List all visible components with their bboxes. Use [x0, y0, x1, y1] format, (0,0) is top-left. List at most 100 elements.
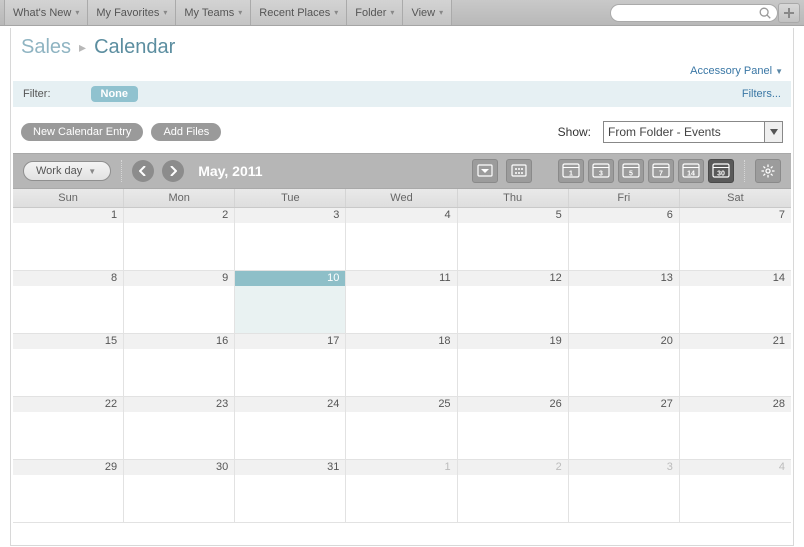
breadcrumb: Sales ▸ Calendar: [11, 28, 793, 65]
workday-dropdown[interactable]: Work day ▼: [23, 161, 111, 181]
calendar-cell[interactable]: 27: [569, 397, 680, 460]
calendar-cell[interactable]: 17: [235, 334, 346, 397]
calendar-cell[interactable]: 10: [235, 271, 346, 334]
new-calendar-entry-button[interactable]: New Calendar Entry: [21, 123, 143, 141]
day-number: 25: [346, 397, 456, 412]
calendar-cell[interactable]: 2: [124, 208, 235, 271]
calendar-cell[interactable]: 1: [13, 208, 124, 271]
day-number: 8: [13, 271, 123, 286]
chevron-down-icon: ▾: [390, 8, 394, 17]
breadcrumb-separator-icon: ▸: [79, 39, 86, 56]
calendar-cell[interactable]: 15: [13, 334, 124, 397]
day-number: 11: [346, 271, 456, 286]
range-30-button[interactable]: 30: [708, 159, 734, 183]
day-header: Mon: [124, 189, 235, 207]
caret-down-icon: ▼: [88, 167, 96, 176]
range-icon: 3: [592, 163, 610, 179]
calendar-cell[interactable]: 3: [235, 208, 346, 271]
calendar-dropdown-icon: [477, 164, 493, 178]
day-header: Sat: [680, 189, 791, 207]
nav-recent-places[interactable]: Recent Places ▾: [251, 0, 347, 25]
svg-text:5: 5: [629, 171, 633, 178]
calendar-cell[interactable]: 29: [13, 460, 124, 523]
prev-month-button[interactable]: [132, 160, 154, 182]
separator: [121, 160, 122, 182]
day-number: 13: [569, 271, 679, 286]
calendar-cell[interactable]: 2: [458, 460, 569, 523]
calendar-cell[interactable]: 5: [458, 208, 569, 271]
calendar-cell[interactable]: 22: [13, 397, 124, 460]
view-dropdown-button[interactable]: [472, 159, 498, 183]
calendar-cell[interactable]: 28: [680, 397, 791, 460]
filters-link[interactable]: Filters...: [742, 88, 781, 100]
plus-icon: [783, 7, 795, 19]
calendar-cell[interactable]: 18: [346, 334, 457, 397]
nav-my-favorites[interactable]: My Favorites▾: [88, 0, 176, 25]
calendar-cell[interactable]: 21: [680, 334, 791, 397]
next-month-button[interactable]: [162, 160, 184, 182]
calendar-cell[interactable]: 9: [124, 271, 235, 334]
calendar-controls: Work day ▼ May, 2011 13571430: [13, 153, 791, 189]
day-number: 1: [13, 208, 123, 223]
calendar-cell[interactable]: 31: [235, 460, 346, 523]
calendar-cell[interactable]: 30: [124, 460, 235, 523]
range-icon: 1: [562, 163, 580, 179]
chevron-down-icon: ▾: [75, 8, 79, 17]
calendar-cell[interactable]: 20: [569, 334, 680, 397]
search-input[interactable]: [610, 4, 778, 22]
gear-icon: [761, 164, 775, 178]
nav-label: Recent Places: [259, 7, 330, 19]
separator: [744, 160, 745, 182]
calendar-cell[interactable]: 26: [458, 397, 569, 460]
nav-folder[interactable]: Folder▾: [347, 0, 403, 25]
range-7-button[interactable]: 7: [648, 159, 674, 183]
calendar-cell[interactable]: 25: [346, 397, 457, 460]
range-5-button[interactable]: 5: [618, 159, 644, 183]
chevron-left-icon: [139, 166, 147, 176]
nav-view[interactable]: View▾: [403, 0, 452, 25]
show-select[interactable]: From Folder - Events: [603, 121, 783, 143]
search-box: [610, 4, 772, 22]
calendar-cell[interactable]: 4: [346, 208, 457, 271]
breadcrumb-root[interactable]: Sales: [21, 36, 71, 59]
range-3-button[interactable]: 3: [588, 159, 614, 183]
calendar-cell[interactable]: 11: [346, 271, 457, 334]
range-1-button[interactable]: 1: [558, 159, 584, 183]
calendar-cell[interactable]: 14: [680, 271, 791, 334]
day-number: 29: [13, 460, 123, 475]
calendar-cell[interactable]: 12: [458, 271, 569, 334]
calendar-cell[interactable]: 23: [124, 397, 235, 460]
calendar-cell[interactable]: 6: [569, 208, 680, 271]
filter-none-pill[interactable]: None: [91, 86, 139, 102]
nav-whats-new[interactable]: What's New▾: [4, 0, 88, 25]
range-icon: 30: [712, 163, 730, 179]
calendar-cell[interactable]: 13: [569, 271, 680, 334]
day-header-row: SunMonTueWedThuFriSat: [13, 189, 791, 208]
calendar-cell[interactable]: 16: [124, 334, 235, 397]
day-number: 9: [124, 271, 234, 286]
view-grid-button[interactable]: [506, 159, 532, 183]
day-number: 4: [680, 460, 791, 475]
chevron-down-icon: ▾: [334, 8, 338, 17]
day-number: 14: [680, 271, 791, 286]
add-files-button[interactable]: Add Files: [151, 123, 221, 141]
day-header: Tue: [235, 189, 346, 207]
calendar-cell[interactable]: 4: [680, 460, 791, 523]
calendar-cell[interactable]: 19: [458, 334, 569, 397]
calendar-cell[interactable]: 1: [346, 460, 457, 523]
workday-label: Work day: [36, 165, 82, 177]
accessory-panel-toggle[interactable]: Accessory Panel ▼: [690, 65, 783, 77]
calendar-cell[interactable]: 8: [13, 271, 124, 334]
chevron-down-icon: ▾: [439, 8, 443, 17]
add-button[interactable]: [778, 3, 800, 23]
day-number: 2: [124, 208, 234, 223]
caret-down-icon: ▼: [775, 67, 783, 76]
range-14-button[interactable]: 14: [678, 159, 704, 183]
calendar-cell[interactable]: 3: [569, 460, 680, 523]
nav-my-teams[interactable]: My Teams▾: [176, 0, 251, 25]
calendar-cell[interactable]: 7: [680, 208, 791, 271]
day-header: Wed: [346, 189, 457, 207]
day-number: 4: [346, 208, 456, 223]
settings-button[interactable]: [755, 159, 781, 183]
calendar-cell[interactable]: 24: [235, 397, 346, 460]
